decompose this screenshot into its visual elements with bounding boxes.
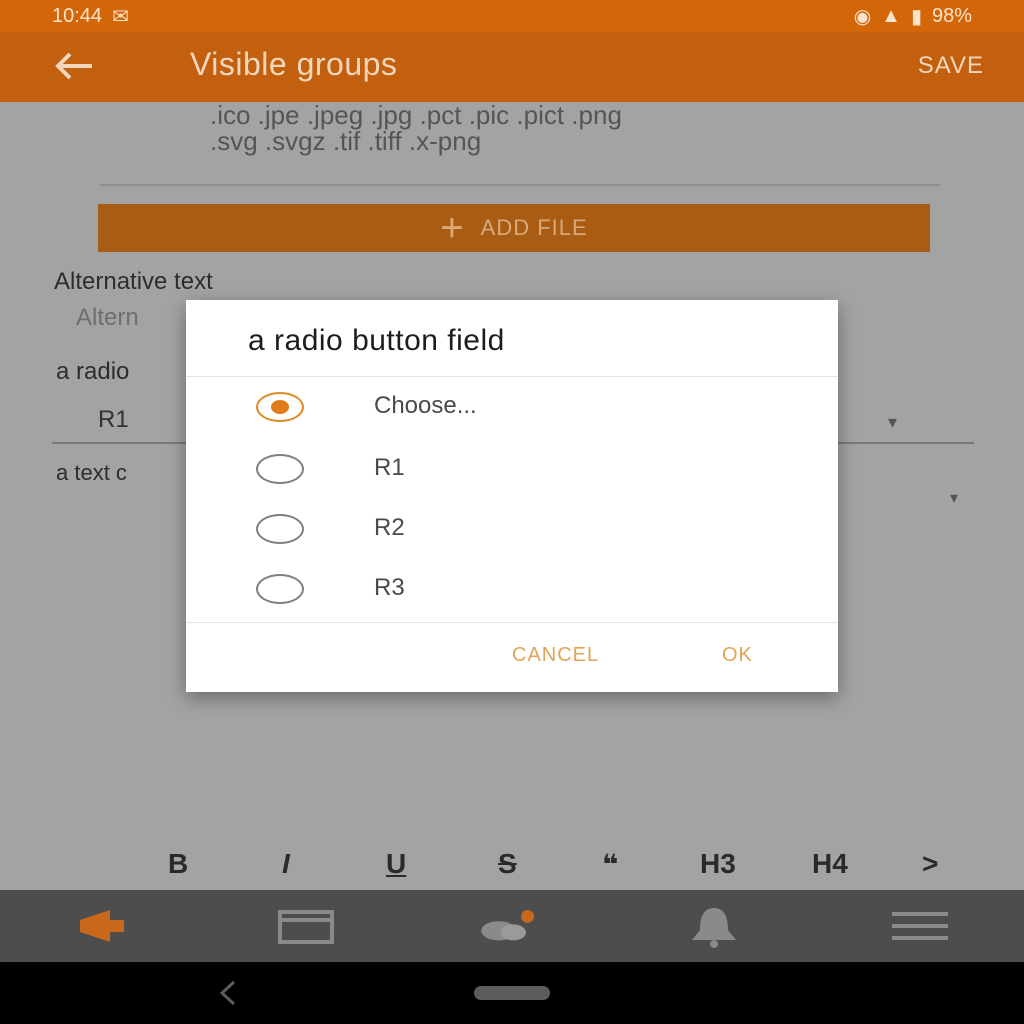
file-types-line-2: .svg .svgz .tif .tiff .x-png [210,126,482,156]
option-label: R1 [374,454,405,481]
system-navigation [0,962,1024,1024]
app-bar: Visible groups SAVE [0,32,1024,102]
signal-icon: ▲ [881,4,901,27]
alternative-text-label: Alternative text [54,268,213,295]
battery-icon: ▮ [910,5,922,28]
allowed-file-types: .ico .jpe .jpeg .jpg .pct .pic .pict .pn… [210,102,910,154]
alternative-text-input[interactable]: Altern [76,304,139,332]
add-file-button[interactable]: + ADD FILE [98,204,930,252]
calendar-icon[interactable] [274,904,338,948]
battery-percent: 98% [931,4,972,27]
dialog-option[interactable]: Choose... [186,378,838,436]
menu-icon[interactable] [888,904,952,948]
text-field-label: a text c [56,460,127,485]
dialog-option[interactable]: R2 [186,500,838,558]
dropdown-arrow-icon: ▾ [888,412,898,432]
chat-icon[interactable] [478,904,542,948]
radio-dialog: a radio button field Choose... R1 R2 R3 … [186,300,838,692]
dialog-option[interactable]: R1 [186,440,838,498]
divider [100,184,940,186]
wifi-icon: ◉ [853,5,872,28]
save-button[interactable]: SAVE [918,52,984,80]
option-label: Choose... [374,392,477,419]
heading-3-button[interactable]: H3 [700,848,736,880]
heading-4-button[interactable]: H4 [812,848,848,880]
radio-unselected-icon[interactable] [256,574,304,604]
radio-field-label: a radio [56,358,130,385]
quote-button[interactable]: ❝ [602,848,618,881]
bell-icon[interactable] [682,904,746,948]
radio-field-select[interactable]: R1 [98,406,129,434]
notification-icon: ✉ [112,5,129,28]
file-types-line-1: .ico .jpe .jpeg .jpg .pct .pic .pict .pn… [210,100,622,130]
home-pill[interactable] [474,986,550,1000]
italic-button[interactable]: I [282,848,290,880]
strikethrough-button[interactable]: S [498,848,517,880]
add-file-label: ADD FILE [480,215,588,240]
radio-selected-icon[interactable] [256,392,304,422]
option-label: R2 [374,514,405,541]
ok-button[interactable]: OK [722,644,753,667]
page-title: Visible groups [190,46,398,82]
status-time: 10:44 [52,4,103,27]
megaphone-icon[interactable] [72,904,136,948]
dialog-title: a radio button field [248,324,505,357]
radio-unselected-icon[interactable] [256,514,304,544]
system-back-icon[interactable] [216,980,240,1006]
more-formatting-button[interactable]: > [922,848,938,880]
format-toolbar: B I U S ❝ H3 H4 > [0,840,1024,890]
status-bar: 10:44 ✉ ◉ ▲ ▮ 98% [0,0,1024,32]
dropdown-arrow-icon: ▾ [950,490,959,507]
underline-button[interactable]: U [386,848,406,880]
radio-unselected-icon[interactable] [256,454,304,484]
back-arrow-icon[interactable] [52,48,98,84]
dialog-divider [186,376,838,377]
dialog-option[interactable]: R3 [186,560,838,618]
bottom-navigation [0,890,1024,962]
plus-icon: + [440,206,465,250]
cancel-button[interactable]: CANCEL [512,644,599,667]
dialog-actions: CANCEL OK [186,622,838,692]
option-label: R3 [374,574,405,601]
bold-button[interactable]: B [168,848,188,880]
